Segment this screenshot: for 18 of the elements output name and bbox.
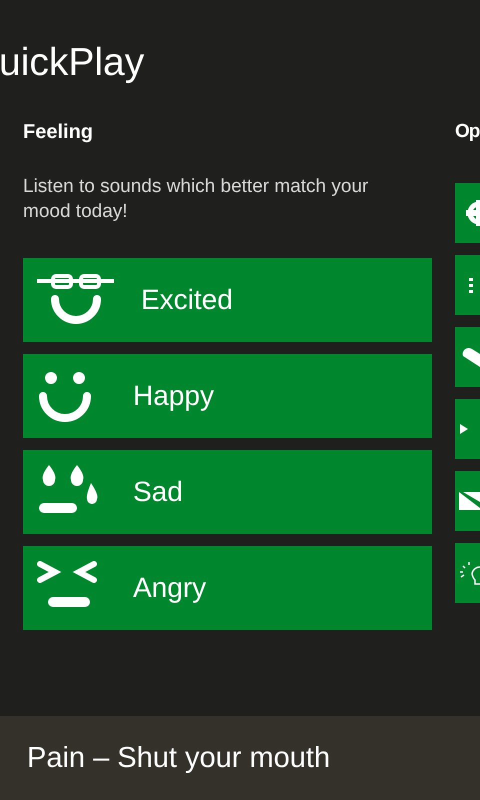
mood-tile[interactable]: Excited [23, 258, 432, 342]
play-icon [460, 424, 468, 434]
mood-tile[interactable]: Happy [23, 354, 432, 438]
mood-tile[interactable]: Angry [23, 546, 432, 630]
app-title: uickPlay [0, 40, 144, 86]
option-tile[interactable] [455, 183, 480, 243]
option-tile[interactable] [455, 471, 480, 531]
option-tile[interactable] [455, 327, 480, 387]
option-tile[interactable] [455, 399, 480, 459]
face-icon [37, 273, 115, 327]
section-heading: Feeling [23, 120, 94, 144]
option-tile[interactable] [455, 255, 480, 315]
bars-icon [469, 278, 473, 292]
song-title: Pain – Shut your mouth [27, 742, 330, 774]
description-text: Listen to sounds which better match your mood today! [23, 175, 370, 224]
option-tile[interactable] [455, 543, 480, 603]
section-heading: Op [455, 120, 480, 144]
mood-tile[interactable]: Sad [23, 450, 432, 534]
